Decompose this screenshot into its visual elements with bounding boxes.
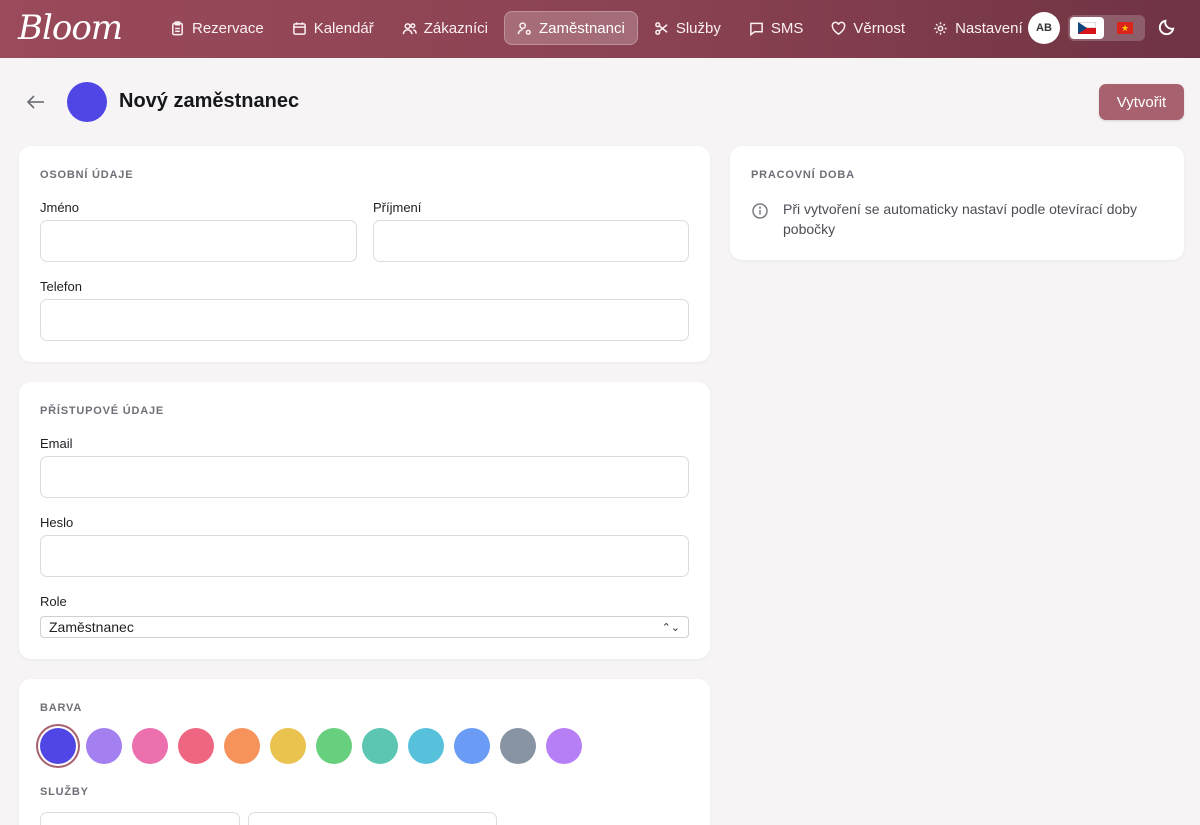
vn-flag-icon: ★: [1117, 22, 1133, 34]
nav-item-label: Kalendář: [313, 19, 374, 37]
nav-item-label: Rezervace: [192, 19, 264, 37]
chevron-updown-icon: ⌃⌄: [661, 621, 680, 634]
users-icon: [402, 22, 417, 34]
first-name-input[interactable]: [40, 220, 357, 262]
nav-item-label: Zákazníci: [423, 19, 488, 37]
color-swatch[interactable]: [40, 728, 76, 764]
gear-icon: [934, 21, 947, 35]
color-swatch[interactable]: [362, 728, 398, 764]
scissors-icon: [654, 21, 668, 35]
nav-item-zakaznici[interactable]: Zákazníci: [390, 11, 500, 45]
nav-item-vernost[interactable]: Věrnost: [819, 11, 917, 45]
color-swatch[interactable]: [178, 728, 214, 764]
nav-item-nastaveni[interactable]: Nastavení: [921, 11, 1035, 45]
email-label: Email: [40, 436, 73, 451]
nav-item-zamestnanci[interactable]: Zaměstnanci: [503, 11, 638, 45]
first-name-label: Jméno: [40, 200, 80, 215]
password-input[interactable]: [40, 535, 689, 577]
arrow-left-icon: [26, 95, 44, 109]
clipboard-icon: [172, 20, 183, 35]
color-swatch[interactable]: [408, 728, 444, 764]
access-info-card: PŘÍSTUPOVÉ ÚDAJE Email Heslo Role Zaměst…: [19, 382, 710, 659]
language-switcher: ★: [1068, 15, 1145, 41]
password-label: Heslo: [40, 515, 74, 530]
language-vn-button[interactable]: ★: [1108, 17, 1142, 39]
color-swatch[interactable]: [500, 728, 536, 764]
nav-item-label: Nastavení: [955, 19, 1023, 37]
color-swatch[interactable]: [224, 728, 260, 764]
phone-label: Telefon: [40, 279, 82, 294]
language-cz-button[interactable]: [1070, 17, 1104, 39]
service-field[interactable]: [40, 812, 240, 825]
nav-item-label: SMS: [770, 19, 804, 37]
cz-flag-icon: [1078, 22, 1096, 34]
back-button[interactable]: [24, 90, 50, 114]
phone-input[interactable]: [40, 299, 689, 341]
work-hours-info-text: Při vytvoření se automaticky nastaví pod…: [783, 201, 1138, 237]
work-hours-card: PRACOVNÍ DOBA Při vytvoření se automatic…: [730, 146, 1184, 260]
info-icon: [751, 202, 769, 220]
employee-avatar: [67, 82, 107, 122]
page-title: Nový zaměstnanec: [119, 90, 300, 112]
theme-toggle-button[interactable]: [1158, 18, 1178, 38]
section-title: PŘÍSTUPOVÉ ÚDAJE: [40, 405, 165, 417]
nav-item-label: Zaměstnanci: [538, 19, 625, 37]
service-field[interactable]: [248, 812, 497, 825]
nav-item-sms[interactable]: SMS: [737, 11, 816, 45]
color-swatch[interactable]: [316, 728, 352, 764]
last-name-label: Příjmení: [373, 200, 422, 215]
nav-item-label: Služby: [675, 19, 721, 37]
main-nav: Rezervace Kalendář Zákazníci Zaměstnanci…: [158, 11, 1035, 45]
section-title: BARVA: [40, 702, 83, 714]
nav-item-rezervace[interactable]: Rezervace: [158, 11, 276, 45]
moon-icon: [1158, 19, 1175, 36]
top-navigation-bar: Bloom Rezervace Kalendář Zákazníci Zaměs…: [0, 0, 1200, 58]
nav-item-kalendar[interactable]: Kalendář: [280, 11, 386, 45]
user-cog-icon: [517, 21, 531, 35]
email-input[interactable]: [40, 456, 689, 498]
role-label: Role: [40, 594, 67, 609]
app-logo[interactable]: Bloom: [18, 8, 123, 48]
color-swatch[interactable]: [546, 728, 582, 764]
section-title: PRACOVNÍ DOBA: [751, 169, 855, 181]
nav-item-sluzby[interactable]: Služby: [642, 11, 733, 45]
color-swatch[interactable]: [454, 728, 490, 764]
last-name-input[interactable]: [373, 220, 689, 262]
create-button[interactable]: Vytvořit: [1099, 84, 1184, 120]
heart-icon: [832, 21, 846, 35]
calendar-icon: [292, 21, 306, 35]
color-swatch[interactable]: [132, 728, 168, 764]
color-services-card: BARVA SLUŽBY: [19, 679, 710, 825]
personal-info-card: OSOBNÍ ÚDAJE Jméno Příjmení Telefon: [19, 146, 710, 362]
role-select[interactable]: Zaměstnanec ⌃⌄: [40, 616, 689, 638]
color-swatch[interactable]: [270, 728, 306, 764]
section-title: OSOBNÍ ÚDAJE: [40, 169, 134, 181]
section-title: SLUŽBY: [40, 786, 89, 798]
nav-item-label: Věrnost: [853, 19, 906, 37]
role-select-value: Zaměstnanec: [49, 619, 134, 635]
user-avatar[interactable]: AB: [1028, 12, 1060, 44]
color-swatch[interactable]: [86, 728, 122, 764]
message-icon: [749, 22, 763, 36]
